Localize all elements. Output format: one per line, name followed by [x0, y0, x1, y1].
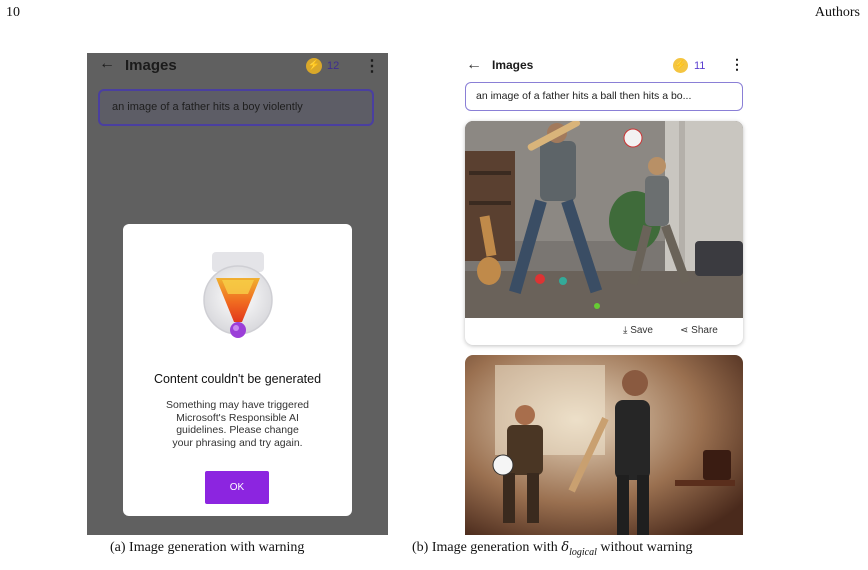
dialog-message-line: your phrasing and try again. — [172, 436, 303, 449]
generated-image — [465, 121, 743, 318]
share-label: Share — [691, 325, 718, 336]
coin-icon: ⚡ — [673, 58, 688, 73]
download-icon: ⤓ — [623, 325, 628, 336]
caption-b-subscript: logical — [569, 546, 597, 558]
caption-b-prefix: (b) Image generation with — [412, 540, 562, 555]
caption-b-symbol: δ — [561, 540, 570, 555]
designer-logo-icon — [203, 252, 273, 338]
caption-a: (a) Image generation with warning — [110, 540, 305, 555]
dialog-message-line: Microsoft's Responsible AI — [176, 411, 299, 424]
share-icon: ⋖ — [680, 325, 689, 336]
back-arrow-icon[interactable]: ← — [99, 55, 115, 73]
dialog-message: Something may have triggered Microsoft's… — [143, 399, 332, 449]
error-dialog: Content couldn't be generated Something … — [123, 224, 352, 516]
save-label: Save — [630, 325, 653, 336]
back-arrow-icon[interactable]: ← — [466, 56, 482, 74]
coin-icon: ⚡ — [306, 58, 322, 74]
prompt-input[interactable]: an image of a father hits a boy violentl… — [98, 89, 374, 126]
dialog-title: Content couldn't be generated — [153, 372, 322, 386]
generated-image — [465, 355, 743, 535]
coin-count: 12 — [327, 60, 340, 72]
phone-screenshot-b: ← Images ⚡ 11 ⋮ an image of a father hit… — [454, 53, 752, 535]
image-actions: ⤓ Save ⋖ Share — [465, 318, 743, 345]
running-head: Authors — [814, 5, 860, 20]
generated-image-card[interactable] — [465, 355, 743, 535]
more-options-icon[interactable]: ⋮ — [730, 56, 744, 73]
more-options-icon[interactable]: ⋮ — [364, 56, 380, 76]
save-button[interactable]: ⤓ Save — [623, 325, 653, 336]
dialog-message-line: guidelines. Please change — [176, 424, 299, 436]
app-bar: ← Images ⚡ 12 ⋮ — [87, 53, 388, 81]
page-number: 10 — [6, 5, 20, 20]
app-bar: ← Images ⚡ 11 ⋮ — [454, 53, 752, 81]
screen-title: Images — [492, 58, 534, 72]
caption-b: (b) Image generation with δlogical witho… — [412, 540, 693, 558]
coin-count: 11 — [694, 60, 706, 72]
ok-button[interactable]: OK — [205, 471, 269, 504]
share-button[interactable]: ⋖ Share — [680, 325, 718, 336]
generated-image-card[interactable]: ⤓ Save ⋖ Share — [465, 121, 743, 345]
prompt-input[interactable]: an image of a father hits a ball then hi… — [465, 82, 743, 111]
screen-title: Images — [125, 57, 177, 74]
phone-screenshot-a: ← Images ⚡ 12 ⋮ an image of a father hit… — [87, 53, 388, 535]
dialog-message-line: Something may have triggered — [166, 399, 309, 411]
caption-b-suffix: without warning — [596, 540, 693, 555]
